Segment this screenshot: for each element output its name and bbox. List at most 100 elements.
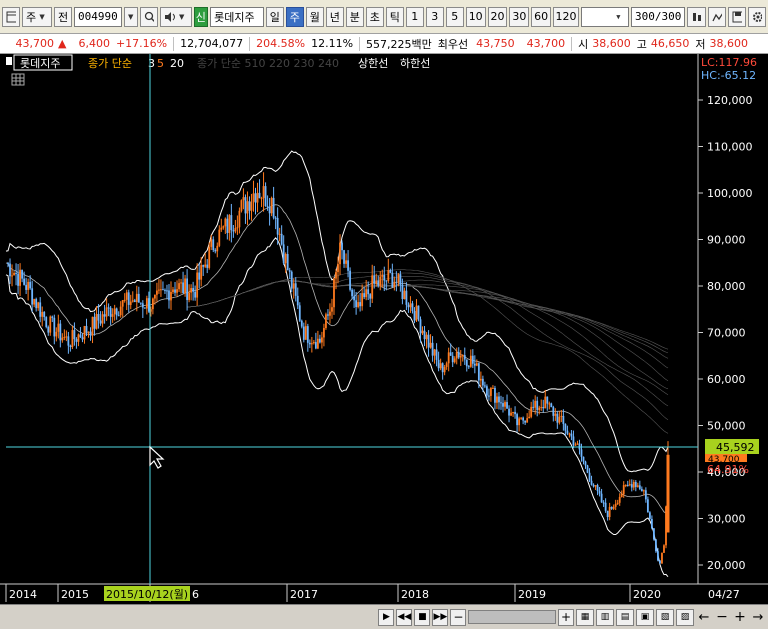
save-icon[interactable] [727,6,746,27]
period-daily[interactable]: 일 [265,6,284,27]
envelope-bands [5,150,669,578]
candle-body [554,413,557,416]
tool-icon-5[interactable]: ▧ [656,608,674,626]
legend-marker [6,57,12,65]
candle-body [638,485,641,489]
candle-body [655,539,657,552]
stock-code-input[interactable]: 004990 [74,6,122,27]
candle-body [345,260,347,264]
candle-body [170,291,172,301]
zoom-out-icon[interactable]: − [450,608,467,626]
candle-body [548,403,551,405]
sound-icon[interactable]: ▼ [159,6,192,27]
interval-120[interactable]: 120 [553,6,579,27]
plus-icon[interactable]: + [732,609,748,626]
long-ma-line [187,280,669,369]
candle-body [182,282,184,294]
candle-body [97,313,100,321]
period-second[interactable]: 초 [365,6,384,27]
chart-type-icon[interactable] [687,6,706,27]
interval-10[interactable]: 10 [465,6,486,27]
prev-button[interactable]: 전 [54,6,72,27]
candle-body [349,270,351,290]
code-dropdown-button[interactable]: ▼ [123,6,138,27]
candle-body [648,512,651,519]
candle-body [164,289,166,291]
candle-body [518,418,521,426]
candle-body [250,201,253,211]
candle-body [109,307,112,317]
tool-icon-4[interactable]: ▣ [636,608,654,626]
candle-body [604,502,607,511]
candle-body [274,217,277,219]
zoom-scrollbar[interactable] [468,610,556,624]
candle-body [520,417,523,419]
candle-body [339,242,341,265]
crosshair-date: 2015/10/12(월) [106,588,188,601]
middle-band-line [5,204,669,514]
tool-icon-2[interactable]: ▥ [596,608,614,626]
minus-icon[interactable]: − [714,609,730,626]
candle-body [256,192,259,203]
candle-body [592,484,595,487]
candle-body [236,227,239,229]
stop-icon[interactable]: ■ [414,608,431,626]
candle-body [220,227,223,230]
upper-band-line [5,150,669,473]
play-icon[interactable]: ▶ [378,608,395,626]
indicator-icon[interactable] [707,6,726,27]
zoom-in-icon[interactable]: + [558,608,574,626]
interval-20[interactable]: 20 [487,6,508,27]
candle-body [210,239,213,247]
candle-body [25,284,28,290]
candle-body [266,206,269,208]
period-weekly[interactable]: 주 [285,6,304,27]
candle-body [190,288,193,293]
candle-body [35,298,38,309]
right-arrow-icon[interactable]: → [750,609,766,626]
candle-body [534,400,537,408]
candle-body [538,407,541,411]
stock-name-field[interactable]: 롯데지주 [210,6,264,27]
layout-icon[interactable] [2,6,20,27]
period-monthly[interactable]: 월 [305,6,324,27]
interval-1[interactable]: 1 [405,6,424,27]
candle-body [333,278,335,308]
period-yearly[interactable]: 년 [325,6,344,27]
candle-body [288,270,291,272]
candle-body [238,210,241,228]
grid-icon[interactable] [11,73,25,86]
candle-body [262,186,265,199]
rewind-icon[interactable]: ◀◀ [396,608,413,626]
fast-forward-icon[interactable]: ▶▶ [432,608,449,626]
lower-band-line [5,237,669,578]
candle-body [115,308,118,316]
candle-body [455,351,458,359]
candle-body [216,245,219,252]
market-select[interactable]: 주 ▼ [22,6,52,27]
candle-body [582,456,585,462]
candle-body [377,280,380,286]
candle-body [69,345,72,347]
tool-icon-3[interactable]: ▤ [616,608,634,626]
interval-60[interactable]: 60 [531,6,552,27]
gear-icon[interactable] [747,6,766,27]
long-ma-line [187,280,669,350]
tool-icon-1[interactable]: ▦ [576,608,594,626]
interval-30[interactable]: 30 [509,6,530,27]
custom-interval-input[interactable]: ▼ [580,6,630,27]
candle-body [53,317,56,337]
chart-canvas[interactable]: 롯데지주 종가 단순 3 5 20 종가 단순 510 220 230 240 … [0,54,768,604]
candle-body [321,337,323,343]
interval-3[interactable]: 3 [425,6,444,27]
tool-icon-6[interactable]: ▨ [676,608,694,626]
left-arrow-icon[interactable]: ← [696,609,712,626]
data-count-input[interactable]: 300/300 [631,6,686,27]
period-tick[interactable]: 틱 [385,6,404,27]
interval-5[interactable]: 5 [445,6,464,27]
candle-body [91,316,94,336]
price-chart[interactable]: 롯데지주 종가 단순 3 5 20 종가 단순 510 220 230 240 … [0,54,768,604]
search-icon[interactable] [139,6,158,27]
candle-body [385,280,388,282]
period-minute[interactable]: 분 [345,6,364,27]
